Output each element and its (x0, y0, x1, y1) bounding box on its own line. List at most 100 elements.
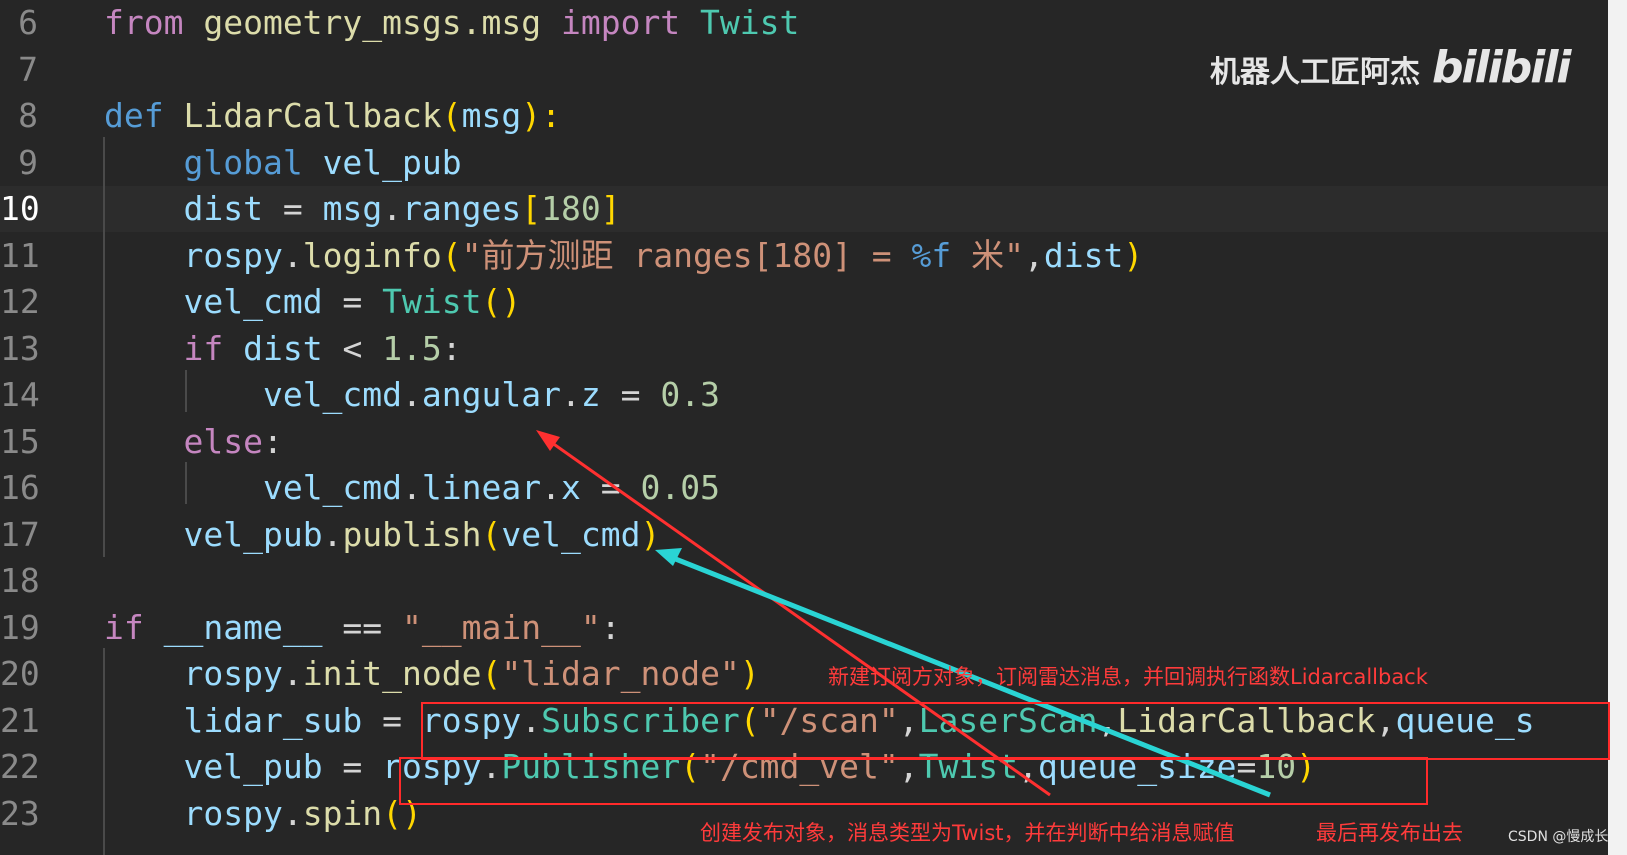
code-token: vel_cmd (501, 514, 641, 554)
code-token: 1.5 (382, 328, 442, 368)
code-token: = (322, 282, 383, 321)
code-text: vel_cmd = Twist() (104, 279, 521, 325)
code-line[interactable]: 12 vel_cmd = Twist() (0, 279, 1608, 325)
code-line[interactable]: 15 else: (0, 419, 1608, 465)
line-number: 16 (0, 468, 40, 507)
code-token: ): (521, 96, 561, 135)
code-token: 0.3 (660, 375, 720, 414)
code-text: from geometry_msgs.msg import Twist (104, 0, 799, 46)
code-token: def (104, 96, 184, 135)
line-number: 10 (0, 189, 40, 228)
code-token: 180 (541, 189, 601, 228)
code-token: Twist (382, 282, 482, 321)
code-line[interactable]: 13 if dist < 1.5: (0, 326, 1608, 372)
line-number: 6 (18, 3, 38, 42)
code-line[interactable]: 19 if __name__ == "__main__": (0, 605, 1608, 651)
code-line[interactable]: 8 def LidarCallback(msg): (0, 93, 1608, 139)
subscriber-annotation: 新建订阅方对象，订阅雷达消息，并回调执行函数Lidarcallback (828, 665, 1428, 689)
code-token: dist (243, 328, 323, 368)
code-token: vel_cmd (183, 282, 323, 321)
code-line[interactable]: 14 vel_cmd.angular.z = 0.3 (0, 372, 1608, 418)
code-token: lidar_sub (183, 700, 363, 740)
code-token: ( (441, 235, 462, 275)
line-number: 18 (0, 561, 40, 600)
line-number: 12 (0, 282, 40, 321)
indent-guide (185, 462, 187, 504)
code-token: , (1024, 235, 1044, 275)
code-token: x (561, 468, 581, 507)
code-token: rospy (183, 654, 283, 693)
code-token: if (183, 328, 244, 368)
line-number: 13 (0, 328, 40, 368)
code-token: Twist (700, 3, 800, 42)
code-token: = (262, 189, 323, 228)
line-number: 23 (0, 793, 40, 833)
code-token: . (382, 189, 403, 228)
code-token: rospy (183, 793, 283, 833)
line-number: 11 (0, 235, 40, 275)
code-token: %f (911, 235, 952, 275)
code-token: dist (1043, 235, 1124, 275)
code-token: vel_cmd (262, 468, 403, 507)
code-token: . (402, 375, 422, 414)
line-number: 7 (18, 49, 38, 89)
line-number: 14 (0, 375, 40, 414)
code-token: angular (421, 375, 561, 414)
code-token: msg (461, 96, 522, 135)
code-line[interactable]: 16 vel_cmd.linear.x = 0.05 (0, 465, 1608, 511)
code-text: if __name__ == "__main__": (104, 605, 621, 651)
code-token: . (322, 514, 343, 554)
watermark-author: 机器人工匠阿杰 (1210, 55, 1420, 90)
line-number: 9 (18, 142, 38, 182)
code-token: . (560, 375, 581, 414)
code-token: vel_pub (183, 747, 323, 786)
code-token: global (183, 142, 323, 182)
code-text: rospy.init_node("lidar_node") (104, 651, 760, 697)
code-token: vel_pub (183, 514, 323, 554)
code-token: . (282, 235, 303, 275)
code-token: = (600, 375, 661, 414)
code-token: . (541, 468, 561, 507)
bilibili-logo: bilibili (1432, 42, 1571, 93)
code-token: ] (600, 189, 621, 228)
code-line[interactable]: 18 (0, 558, 1608, 604)
bilibili-watermark: 机器人工匠阿杰 bilibili (1210, 42, 1571, 93)
code-token: ( (441, 96, 462, 135)
code-token: __name__ (163, 607, 323, 647)
code-line[interactable]: 10 dist = msg.ranges[180] (0, 186, 1608, 232)
line-number: 15 (0, 421, 40, 461)
code-token: == (322, 607, 403, 647)
code-token: init_node (302, 654, 482, 693)
code-line[interactable]: 17 vel_pub.publish(vel_cmd) (0, 512, 1608, 558)
code-line[interactable]: 9 global vel_pub (0, 140, 1608, 186)
indent-guide (103, 648, 105, 855)
code-token: = (362, 700, 422, 740)
code-token: ( (481, 514, 502, 554)
code-token: linear (421, 468, 542, 507)
code-line[interactable]: 11 rospy.loginfo("前方测距 ranges[180] = %f … (0, 233, 1608, 279)
code-text: rospy.loginfo("前方测距 ranges[180] = %f 米",… (104, 233, 1143, 279)
code-token: from (104, 3, 204, 42)
code-text: rospy.spin() (104, 791, 421, 837)
code-token: "__main__" (402, 607, 601, 647)
code-line[interactable]: 6 from geometry_msgs.msg import Twist (0, 0, 1608, 46)
line-number: 17 (0, 514, 40, 554)
code-token: ) (739, 654, 760, 693)
code-token: ) (640, 514, 661, 554)
code-text: vel_pub.publish(vel_cmd) (104, 512, 660, 558)
code-token: 米" (951, 235, 1025, 275)
line-number: 20 (0, 654, 40, 693)
code-token: geometry_msgs.msg (203, 3, 561, 42)
code-token: publish (342, 514, 482, 554)
code-token: = (322, 747, 383, 786)
